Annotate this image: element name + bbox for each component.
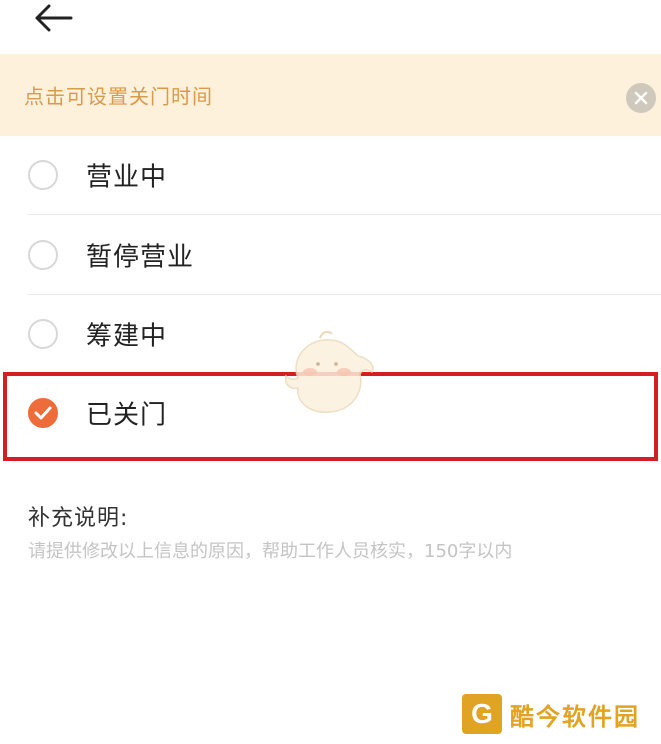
status-option-closed[interactable]: 已关门 xyxy=(0,374,661,452)
supplement-input[interactable] xyxy=(28,537,638,617)
watermark-logo: G xyxy=(462,694,502,734)
status-option-paused[interactable]: 暂停营业 xyxy=(0,216,661,294)
close-icon xyxy=(634,91,648,105)
watermark-text: 酷今软件园 xyxy=(510,702,640,731)
radio-unchecked[interactable] xyxy=(28,160,58,190)
divider xyxy=(28,214,661,215)
notice-text: 点击可设置关门时间 xyxy=(24,84,213,109)
site-watermark: G 酷今软件园 xyxy=(462,690,657,738)
radio-checked[interactable] xyxy=(28,398,58,428)
notice-close-button[interactable] xyxy=(626,83,656,113)
status-option-open[interactable]: 营业中 xyxy=(0,136,661,214)
arrow-left-icon xyxy=(35,4,73,32)
supplement-title: 补充说明: xyxy=(28,506,129,531)
notice-banner[interactable]: 点击可设置关门时间 xyxy=(0,54,661,136)
status-option-label: 营业中 xyxy=(86,162,168,193)
status-option-preparing[interactable]: 筹建中 xyxy=(0,295,661,373)
status-option-label: 已关门 xyxy=(86,400,168,431)
top-bar xyxy=(0,0,661,52)
radio-unchecked[interactable] xyxy=(28,240,58,270)
status-option-label: 暂停营业 xyxy=(86,242,195,273)
radio-unchecked[interactable] xyxy=(28,319,58,349)
back-button[interactable] xyxy=(30,0,76,36)
check-icon xyxy=(34,406,52,420)
status-option-label: 筹建中 xyxy=(86,321,168,352)
